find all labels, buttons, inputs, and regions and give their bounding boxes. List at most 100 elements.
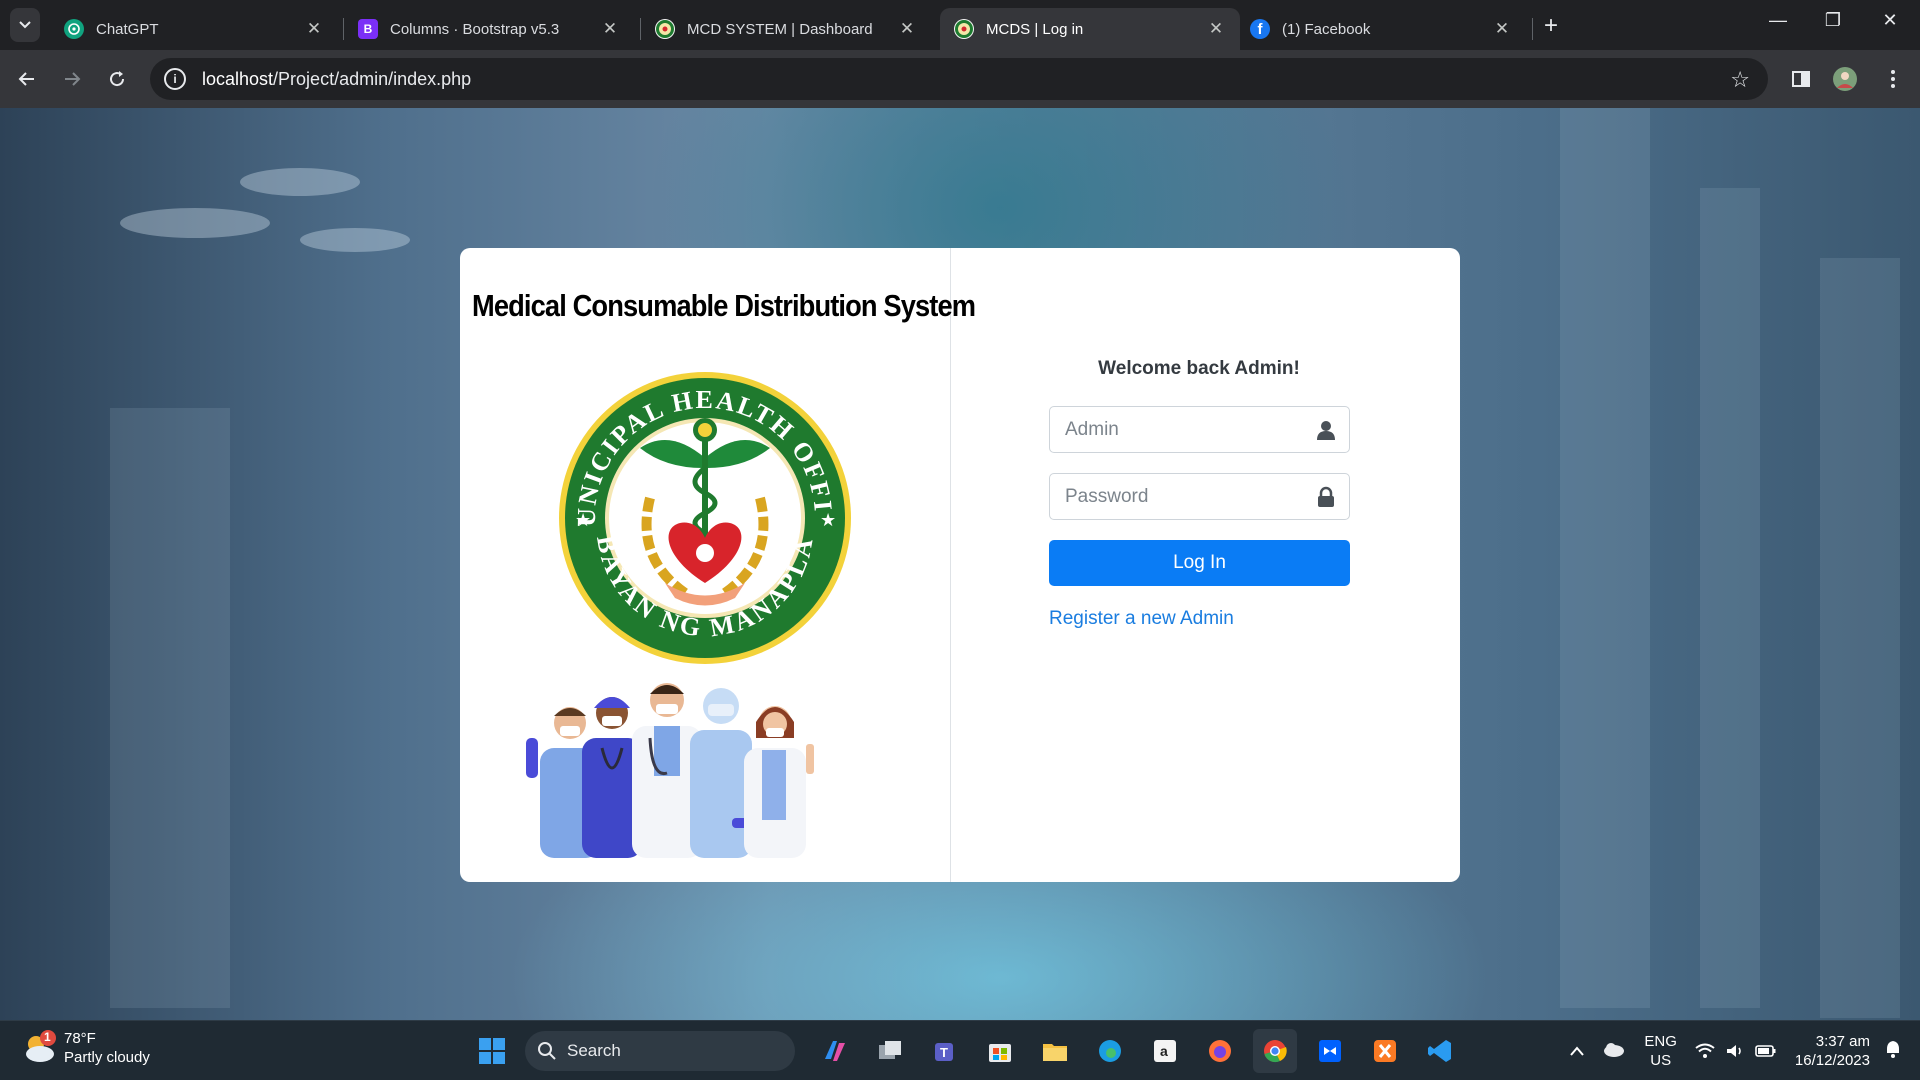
minimize-button[interactable]: — <box>1758 10 1798 31</box>
url-path: /Project/admin/index.php <box>273 68 472 89</box>
svg-text:T: T <box>940 1045 948 1060</box>
windows-taskbar: 1 78°F Partly cloudy Search T a ENG US 3… <box>0 1020 1920 1080</box>
dropbox-icon[interactable] <box>1308 1029 1352 1073</box>
avatar <box>1833 67 1857 91</box>
close-tab-icon[interactable]: ✕ <box>600 19 620 39</box>
more-vertical-icon <box>1891 70 1895 88</box>
tab-facebook[interactable]: f (1) Facebook ✕ <box>1236 8 1526 50</box>
windows-logo-icon <box>479 1038 505 1064</box>
clock-time: 3:37 am <box>1815 1033 1870 1050</box>
mho-seal-icon <box>954 19 974 39</box>
weather-description: Partly cloudy <box>64 1049 150 1066</box>
background-decoration <box>1700 188 1760 1008</box>
username-input[interactable] <box>1050 407 1349 452</box>
side-panel-icon <box>1792 71 1810 87</box>
amazon-app-icon[interactable]: a <box>1143 1029 1187 1073</box>
system-tray: ENG US 3:37 am 16/12/2023 <box>1570 1021 1920 1080</box>
close-tab-icon[interactable]: ✕ <box>897 19 917 39</box>
quick-settings[interactable] <box>1695 1043 1777 1059</box>
browser-toolbar: i localhost/Project/admin/index.php ☆ <box>0 50 1920 108</box>
reload-icon <box>110 71 125 87</box>
browser-menu-button[interactable] <box>1878 64 1908 94</box>
side-panel-button[interactable] <box>1786 64 1816 94</box>
weather-widget[interactable]: 1 78°F Partly cloudy <box>20 1029 150 1067</box>
restore-button[interactable]: ❐ <box>1813 10 1853 31</box>
start-button[interactable] <box>470 1029 514 1073</box>
background-decoration <box>1820 258 1900 1018</box>
taskbar-apps: Search T a <box>470 1029 1473 1073</box>
store-app-icon[interactable] <box>978 1029 1022 1073</box>
taskbar-search-label: Search <box>567 1041 621 1060</box>
tab-dashboard[interactable]: MCD SYSTEM | Dashboard ✕ <box>641 8 931 50</box>
vscode-icon[interactable] <box>1418 1029 1462 1073</box>
close-window-button[interactable]: ✕ <box>1870 10 1910 31</box>
file-explorer-icon[interactable] <box>1033 1029 1077 1073</box>
password-field-wrapper <box>1049 473 1350 520</box>
profile-button[interactable] <box>1830 64 1860 94</box>
language-code: ENG <box>1644 1033 1677 1050</box>
back-button[interactable] <box>12 64 42 94</box>
keyboard-region: US <box>1650 1052 1672 1069</box>
edge-browser-icon[interactable] <box>1088 1029 1132 1073</box>
tab-search-button[interactable] <box>10 8 40 42</box>
onedrive-cloud-icon[interactable] <box>1602 1041 1626 1062</box>
medical-staff-illustration-icon <box>526 683 814 858</box>
tab-login-active[interactable]: MCDS | Log in ✕ <box>940 8 1240 50</box>
close-tab-icon[interactable]: ✕ <box>1206 19 1226 39</box>
show-hidden-icons-chevron-up-icon[interactable] <box>1570 1042 1585 1061</box>
background-decoration <box>110 408 230 1008</box>
tab-title: Columns · Bootstrap v5.3 <box>390 20 560 38</box>
register-admin-link[interactable]: Register a new Admin <box>1049 608 1349 630</box>
tab-title: MCD SYSTEM | Dashboard <box>687 20 873 38</box>
url-text[interactable]: localhost/Project/admin/index.php <box>202 69 471 90</box>
copilot-app-icon[interactable] <box>813 1029 857 1073</box>
page-background: Medical Consumable Distribution System M… <box>0 108 1920 1020</box>
search-icon <box>538 1042 556 1060</box>
user-icon <box>1317 421 1335 440</box>
browser-tabstrip: ChatGPT ✕ B Columns · Bootstrap v5.3 ✕ M… <box>0 0 1920 50</box>
svg-text:★: ★ <box>820 510 836 530</box>
new-tab-button[interactable]: + <box>1544 12 1558 40</box>
municipal-health-office-seal-icon: MUNICIPAL HEALTH OFFICE BAYAN NG MANAPLA… <box>555 368 851 664</box>
bootstrap-icon: B <box>358 19 378 39</box>
tab-title: (1) Facebook <box>1282 20 1371 38</box>
wifi-icon <box>1695 1043 1715 1058</box>
tab-bootstrap[interactable]: B Columns · Bootstrap v5.3 ✕ <box>344 8 634 50</box>
volume-icon <box>1726 1045 1741 1057</box>
language-indicator[interactable]: ENG US <box>1644 1032 1677 1070</box>
arrow-left-icon <box>18 72 34 86</box>
xampp-icon[interactable] <box>1363 1029 1407 1073</box>
firefox-icon[interactable] <box>1198 1029 1242 1073</box>
login-panel: Welcome back Admin! Log In Register a ne… <box>951 248 1460 882</box>
address-bar[interactable]: i localhost/Project/admin/index.php ☆ <box>150 58 1768 100</box>
facebook-icon: f <box>1250 19 1270 39</box>
site-info-icon[interactable]: i <box>164 68 186 90</box>
clock[interactable]: 3:37 am 16/12/2023 <box>1795 1032 1870 1070</box>
taskbar-search[interactable]: Search <box>525 1031 795 1071</box>
forward-button[interactable] <box>57 64 87 94</box>
task-view-icon[interactable] <box>868 1029 912 1073</box>
password-input[interactable] <box>1050 474 1349 519</box>
chevron-down-icon <box>19 21 31 29</box>
background-decoration <box>240 168 360 196</box>
weather-badge: 1 <box>44 1030 51 1044</box>
tab-title: MCDS | Log in <box>986 20 1084 38</box>
bookmark-star-icon[interactable]: ☆ <box>1730 67 1750 93</box>
reload-button[interactable] <box>102 64 132 94</box>
close-tab-icon[interactable]: ✕ <box>1492 19 1512 39</box>
login-button[interactable]: Log In <box>1049 540 1350 586</box>
chatgpt-icon <box>64 19 84 39</box>
tab-chatgpt[interactable]: ChatGPT ✕ <box>50 8 338 50</box>
chrome-icon[interactable] <box>1253 1029 1297 1073</box>
notifications-bell-icon[interactable] <box>1884 1039 1902 1064</box>
close-tab-icon[interactable]: ✕ <box>304 19 324 39</box>
branding-panel: Medical Consumable Distribution System M… <box>460 248 976 882</box>
teams-app-icon[interactable]: T <box>923 1029 967 1073</box>
weather-temperature: 78°F <box>64 1030 96 1047</box>
tab-divider <box>1532 18 1533 40</box>
clock-date: 16/12/2023 <box>1794 1052 1870 1069</box>
mho-seal-icon <box>655 19 675 39</box>
login-card: Medical Consumable Distribution System M… <box>460 248 1460 882</box>
username-field-wrapper <box>1049 406 1350 453</box>
welcome-heading: Welcome back Admin! <box>1098 358 1300 379</box>
